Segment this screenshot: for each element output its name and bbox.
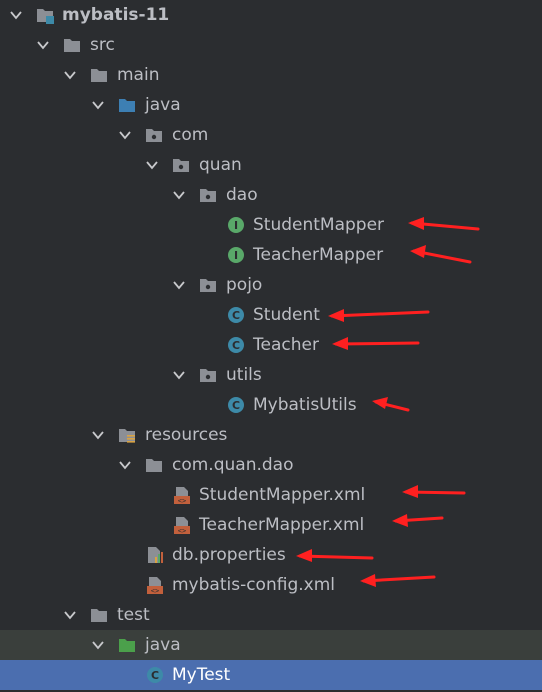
chevron-down-icon[interactable] [64,69,76,81]
svg-text:C: C [232,309,240,322]
folder-icon [90,66,108,84]
chevron-down-icon[interactable] [92,99,104,111]
tree-node-main[interactable]: main [0,60,542,90]
chevron-down-icon[interactable] [146,159,158,171]
tree-label: quan [199,155,242,175]
chevron-down-icon[interactable] [119,129,131,141]
xml-file-icon: <> [173,486,191,504]
tree-label: TeacherMapper.xml [199,515,365,535]
test-root-folder-icon [118,636,136,654]
chevron-down-icon[interactable] [92,429,104,441]
tree-node-project[interactable]: mybatis-11 [0,0,542,30]
tree-node-student-mapper[interactable]: I StudentMapper [0,210,542,240]
source-root-folder-icon [118,96,136,114]
interface-icon: I [227,216,245,234]
tree-node-utils[interactable]: utils [0,360,542,390]
interface-icon: I [227,246,245,264]
tree-label: StudentMapper [253,215,385,235]
chevron-down-icon[interactable] [37,39,49,51]
tree-label: java [145,95,181,115]
tree-node-student-mapper-xml[interactable]: <> StudentMapper.xml [0,480,542,510]
tree-node-com-quan-dao[interactable]: com.quan.dao [0,450,542,480]
tree-label: mybatis-config.xml [172,575,335,595]
tree-label: dao [226,185,258,205]
tree-node-quan[interactable]: quan [0,150,542,180]
xml-file-icon: <> [173,516,191,534]
resources-folder-icon [118,426,136,444]
tree-label: mybatis-11 [62,5,170,25]
folder-icon [145,456,163,474]
tree-label: Teacher [253,335,319,355]
tree-label: main [117,65,160,85]
svg-text:C: C [232,339,240,352]
chevron-down-icon[interactable] [173,369,185,381]
tree-label: test [117,605,150,625]
class-icon: C [227,336,245,354]
tree-label: src [90,35,115,55]
chevron-down-icon[interactable] [173,189,185,201]
tree-label: com.quan.dao [172,455,294,475]
tree-node-mybatis-config-xml[interactable]: <> mybatis-config.xml [0,570,542,600]
tree-label: StudentMapper.xml [199,485,366,505]
chevron-down-icon[interactable] [10,9,22,21]
svg-text:C: C [232,399,240,412]
tree-node-src[interactable]: src [0,30,542,60]
svg-text:I: I [234,249,238,262]
tree-node-resources[interactable]: resources [0,420,542,450]
svg-text:C: C [151,669,159,682]
class-icon: C [227,306,245,324]
tree-node-java[interactable]: java [0,90,542,120]
chevron-down-icon[interactable] [92,639,104,651]
tree-node-student[interactable]: C Student [0,300,542,330]
tree-label: pojo [226,275,263,295]
tree-label: java [145,635,181,655]
tree-label: resources [145,425,228,445]
tree-node-test[interactable]: test [0,600,542,630]
class-icon: C [146,666,164,684]
project-tree: mybatis-11 src main java com quan dao I [0,0,542,692]
tree-label: Student [253,305,320,325]
properties-file-icon [146,546,164,564]
tree-node-teacher-mapper[interactable]: I TeacherMapper [0,240,542,270]
svg-text:<>: <> [178,527,186,534]
folder-icon [63,36,81,54]
tree-node-db-properties[interactable]: db.properties [0,540,542,570]
tree-node-teacher-mapper-xml[interactable]: <> TeacherMapper.xml [0,510,542,540]
tree-label: MybatisUtils [253,395,357,415]
tree-node-com[interactable]: com [0,120,542,150]
tree-label: db.properties [172,545,286,565]
package-icon [172,156,190,174]
tree-node-dao[interactable]: dao [0,180,542,210]
chevron-down-icon[interactable] [119,459,131,471]
package-icon [199,276,217,294]
chevron-down-icon[interactable] [173,279,185,291]
tree-label: com [172,125,209,145]
tree-label: utils [226,365,262,385]
class-icon: C [227,396,245,414]
tree-node-teacher[interactable]: C Teacher [0,330,542,360]
tree-node-my-test[interactable]: C MyTest [0,660,542,690]
xml-file-icon: <> [146,576,164,594]
folder-icon [90,606,108,624]
package-icon [199,186,217,204]
tree-label: MyTest [172,665,231,685]
tree-node-test-java[interactable]: java [0,630,542,660]
tree-node-pojo[interactable]: pojo [0,270,542,300]
svg-text:<>: <> [151,587,159,594]
tree-node-mybatis-utils[interactable]: C MybatisUtils [0,390,542,420]
svg-text:I: I [234,219,238,232]
package-icon [145,126,163,144]
package-icon [199,366,217,384]
chevron-down-icon[interactable] [64,609,76,621]
tree-label: TeacherMapper [253,245,384,265]
svg-text:<>: <> [178,497,186,504]
module-folder-icon [36,6,54,24]
